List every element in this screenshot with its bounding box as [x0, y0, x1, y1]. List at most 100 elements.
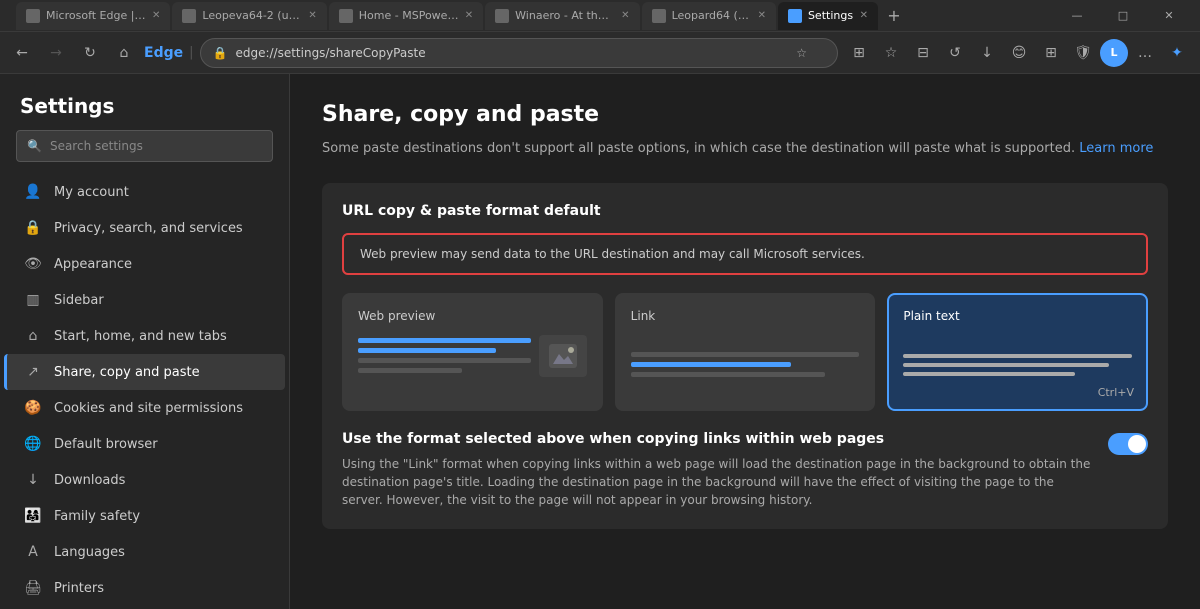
sidebar-item-default-browser[interactable]: 🌐 Default browser — [4, 426, 285, 462]
mock-text-lines — [358, 335, 531, 377]
security-icon[interactable]: 🛡 — [1068, 38, 1098, 68]
format-web-preview[interactable]: Web preview — [342, 293, 603, 411]
cookie-icon: 🍪 — [24, 399, 42, 417]
link-line-1 — [631, 352, 860, 357]
format-label-plain-text: Plain text — [903, 309, 1132, 323]
collections-icon[interactable]: ⊟ — [908, 38, 938, 68]
workspaces-icon[interactable]: ⊞ — [1036, 38, 1066, 68]
family-icon: 👨‍👩‍👧 — [24, 507, 42, 525]
plain-line-1 — [903, 354, 1132, 358]
home-icon: ⌂ — [24, 327, 42, 345]
format-toggle-switch[interactable] — [1108, 433, 1148, 455]
history-icon[interactable]: ↺ — [940, 38, 970, 68]
tab-settings[interactable]: Settings ✕ — [778, 2, 878, 30]
sidebar-item-downloads[interactable]: ↓ Downloads — [4, 462, 285, 498]
tab-close-icon[interactable]: ✕ — [860, 10, 868, 21]
reddit-tab-icon — [182, 9, 196, 23]
search-icon: 🔍 — [27, 139, 42, 153]
address-bar[interactable]: 🔒 edge://settings/shareCopyPaste ☆ — [200, 38, 839, 68]
home-button[interactable]: ⌂ — [110, 39, 138, 67]
url-text: edge://settings/shareCopyPaste — [235, 46, 788, 60]
plain-line-3 — [903, 372, 1075, 376]
url-copy-paste-card: URL copy & paste format default Web prev… — [322, 183, 1168, 529]
globe-icon: 🌐 — [24, 435, 42, 453]
format-toggle-row: Use the format selected above when copyi… — [342, 431, 1148, 509]
minimize-button[interactable]: — — [1054, 0, 1100, 32]
tab-close-icon[interactable]: ✕ — [758, 10, 766, 21]
mock-line-1 — [358, 338, 531, 343]
intro-text: Some paste destinations don't support al… — [322, 139, 1168, 159]
tab-close-icon[interactable]: ✕ — [152, 10, 160, 21]
maximize-button[interactable]: □ — [1100, 0, 1146, 32]
warning-box: Web preview may send data to the URL des… — [342, 233, 1148, 275]
lock-icon: 🔒 — [24, 219, 42, 237]
language-icon: A — [24, 543, 42, 561]
settings-tab-icon — [788, 9, 802, 23]
sidebar-item-privacy[interactable]: 🔒 Privacy, search, and services — [4, 210, 285, 246]
sidebar-item-family-safety[interactable]: 👨‍👩‍👧 Family safety — [4, 498, 285, 534]
mock-line-4 — [358, 368, 462, 373]
extensions-icon[interactable]: ⊞ — [844, 38, 874, 68]
settings-search-box[interactable]: 🔍 Search settings — [16, 130, 273, 162]
toggle-description: Using the "Link" format when copying lin… — [342, 455, 1092, 509]
keyboard-shortcut-label: Ctrl+V — [1098, 386, 1134, 399]
learn-more-link[interactable]: Learn more — [1079, 141, 1153, 156]
titlebar-left: Microsoft Edge | Page 14… ✕ Leopeva64-2 … — [8, 2, 908, 30]
window-controls: — □ ✕ — [1054, 0, 1192, 32]
tab-twitter[interactable]: Leopard64 (@Leopeva64… ✕ — [642, 2, 776, 30]
tabs-bar: Microsoft Edge | Page 14… ✕ Leopeva64-2 … — [16, 2, 908, 30]
more-menu-button[interactable]: … — [1130, 38, 1160, 68]
main-layout: Settings 🔍 Search settings 👤 My account … — [0, 74, 1200, 609]
sidebar-item-appearance[interactable]: 👁 Appearance — [4, 246, 285, 282]
sidebar-item-share-copy[interactable]: ↗ Share, copy and paste — [4, 354, 285, 390]
sidebar-item-cookies[interactable]: 🍪 Cookies and site permissions — [4, 390, 285, 426]
sidebar: Settings 🔍 Search settings 👤 My account … — [0, 74, 290, 609]
sidebar-item-printers[interactable]: 🖨 Printers — [4, 570, 285, 606]
sidebar-icon: ▥ — [24, 291, 42, 309]
search-placeholder: Search settings — [50, 139, 143, 153]
settings-content: Share, copy and paste Some paste destina… — [290, 74, 1200, 609]
address-separator: | — [189, 45, 193, 60]
format-label-web-preview: Web preview — [358, 309, 587, 323]
titlebar: Microsoft Edge | Page 14… ✕ Leopeva64-2 … — [0, 0, 1200, 32]
mock-thumbnail — [539, 335, 587, 377]
mspoweruser-tab-icon — [339, 9, 353, 23]
sidebar-item-sidebar[interactable]: ▥ Sidebar — [4, 282, 285, 318]
tab-mspoweruser[interactable]: Home - MSPoweruser ✕ — [329, 2, 483, 30]
format-plain-text[interactable]: Plain text Ctrl+V — [887, 293, 1148, 411]
person-icon: 👤 — [24, 183, 42, 201]
addressbar: ← → ↻ ⌂ Edge | 🔒 edge://settings/shareCo… — [0, 32, 1200, 74]
sidebar-item-start-home[interactable]: ⌂ Start, home, and new tabs — [4, 318, 285, 354]
sidebar-item-languages[interactable]: A Languages — [4, 534, 285, 570]
sidebar-title: Settings — [0, 74, 289, 130]
format-label-link: Link — [631, 309, 860, 323]
refresh-button[interactable]: ↻ — [76, 39, 104, 67]
sidebar-item-my-account[interactable]: 👤 My account — [4, 174, 285, 210]
tab-close-icon[interactable]: ✕ — [621, 10, 629, 21]
printer-icon: 🖨 — [24, 579, 42, 597]
link-mockup — [631, 335, 860, 395]
format-link[interactable]: Link — [615, 293, 876, 411]
share-icon: ↗ — [24, 363, 42, 381]
download-icon: ↓ — [24, 471, 42, 489]
tab-microsoft-edge[interactable]: Microsoft Edge | Page 14… ✕ — [16, 2, 170, 30]
toggle-content: Use the format selected above when copyi… — [342, 431, 1092, 509]
star-icon[interactable]: ☆ — [796, 46, 807, 60]
back-button[interactable]: ← — [8, 39, 36, 67]
forward-button[interactable]: → — [42, 39, 70, 67]
eye-icon: 👁 — [24, 255, 42, 273]
new-tab-button[interactable]: + — [880, 2, 908, 30]
downloads-icon[interactable]: ↓ — [972, 38, 1002, 68]
tab-close-icon[interactable]: ✕ — [308, 10, 316, 21]
tab-close-icon[interactable]: ✕ — [465, 10, 473, 21]
tab-reddit[interactable]: Leopeva64-2 (u/Leopeva6… ✕ — [172, 2, 326, 30]
favorites-icon[interactable]: ☆ — [876, 38, 906, 68]
edge-tab-icon — [26, 9, 40, 23]
warning-text: Web preview may send data to the URL des… — [360, 247, 865, 261]
profile-button[interactable]: L — [1100, 39, 1128, 67]
close-button[interactable]: ✕ — [1146, 0, 1192, 32]
feedback-icon[interactable]: 😊 — [1004, 38, 1034, 68]
tab-winaero[interactable]: Winaero - At the edge of… ✕ — [485, 2, 639, 30]
copilot-button[interactable]: ✦ — [1162, 38, 1192, 68]
mock-line-3 — [358, 358, 531, 363]
